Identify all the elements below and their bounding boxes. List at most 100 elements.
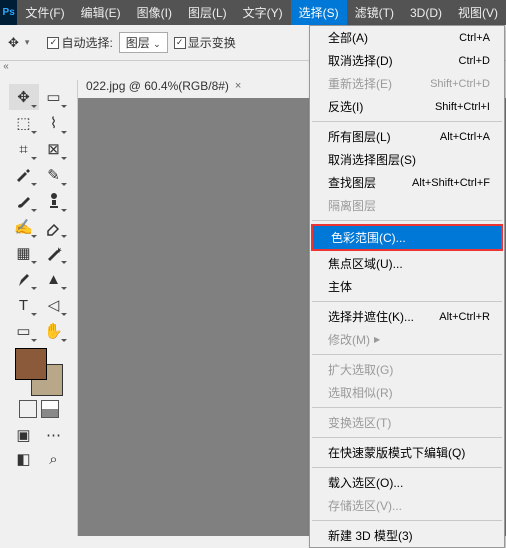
clone-tool[interactable] xyxy=(39,188,69,214)
auto-select-label: 自动选择: xyxy=(61,34,112,51)
magic-wand-tool[interactable] xyxy=(39,240,69,266)
menu-item[interactable]: 所有图层(L)Alt+Ctrl+A xyxy=(310,125,504,148)
document-tab-label: 022.jpg @ 60.4%(RGB/8#) xyxy=(86,79,229,93)
menu-separator xyxy=(312,520,502,521)
options-dropdown-arrow-icon[interactable]: ▾ xyxy=(25,37,30,48)
menu-separator xyxy=(312,121,502,122)
menu-separator xyxy=(312,407,502,408)
screen-mode-icon[interactable]: ▣ xyxy=(9,422,39,448)
gradient-tool[interactable]: ▦ xyxy=(9,240,39,266)
menu-item[interactable]: 载入选区(O)... xyxy=(310,471,504,494)
collapse-panel-icon[interactable]: « xyxy=(0,61,12,79)
document-tab[interactable]: 022.jpg @ 60.4%(RGB/8#) × xyxy=(78,75,249,97)
eyedropper-tool[interactable] xyxy=(9,162,39,188)
eraser-tool[interactable] xyxy=(39,214,69,240)
marquee-tool[interactable]: ⬚ xyxy=(9,110,39,136)
menu-item: 扩大选取(G) xyxy=(310,358,504,381)
menu-item-label: 选取相似(R) xyxy=(328,384,393,401)
menu-item: 隔离图层 xyxy=(310,194,504,217)
menu-item[interactable]: 在快速蒙版模式下编辑(Q) xyxy=(310,441,504,464)
menu-item-0[interactable]: 文件(F) xyxy=(17,0,72,25)
crop-tool[interactable]: ⌗ xyxy=(9,136,39,162)
menu-item[interactable]: 焦点区域(U)... xyxy=(310,252,504,275)
hand-tool[interactable]: ✋ xyxy=(39,318,69,344)
menu-separator xyxy=(312,301,502,302)
menu-item-label: 焦点区域(U)... xyxy=(328,255,403,272)
menu-item[interactable]: 全部(A) Ctrl+A xyxy=(310,26,504,49)
menu-item-shortcut: Shift+Ctrl+D xyxy=(430,78,490,90)
screen-mode2-icon[interactable]: ◧ xyxy=(9,446,39,472)
menu-item[interactable]: 色彩范围(C)... xyxy=(313,226,501,249)
menu-item-shortcut: Ctrl+A xyxy=(459,32,490,44)
highlighted-menu-item: 色彩范围(C)... xyxy=(311,224,503,251)
menu-separator xyxy=(312,437,502,438)
color-swatches[interactable] xyxy=(15,348,63,396)
menu-separator xyxy=(312,467,502,468)
menubar: Ps 文件(F)编辑(E)图像(I)图层(L)文字(Y)选择(S)滤镜(T)3D… xyxy=(0,0,506,25)
menu-item[interactable]: 取消选择图层(S) xyxy=(310,148,504,171)
standard-mode-icon[interactable] xyxy=(19,400,37,418)
menu-item[interactable]: 主体 xyxy=(310,275,504,298)
menu-item: 变换选区(T) xyxy=(310,411,504,434)
menu-item: 存储选区(V)... xyxy=(310,494,504,517)
menu-item-label: 取消选择(D) xyxy=(328,52,393,69)
menu-item-label: 扩大选取(G) xyxy=(328,361,393,378)
path-select-tool[interactable]: ▲ xyxy=(39,266,69,292)
type-tool[interactable]: T xyxy=(9,292,39,318)
menu-item-3[interactable]: 图层(L) xyxy=(180,0,235,25)
menu-item-7[interactable]: 3D(D) xyxy=(402,0,450,25)
menu-item-4[interactable]: 文字(Y) xyxy=(235,0,291,25)
menu-item-label: 变换选区(T) xyxy=(328,414,391,431)
menu-item-shortcut: Alt+Ctrl+R xyxy=(439,311,490,323)
edit-toolbar-icon[interactable]: ⋯ xyxy=(39,422,69,448)
menu-item-shortcut: Ctrl+D xyxy=(459,55,490,67)
menu-item-label: 存储选区(V)... xyxy=(328,497,402,514)
menu-item-label: 查找图层 xyxy=(328,174,376,191)
pen-tool[interactable] xyxy=(9,266,39,292)
history-brush-tool[interactable]: ✍ xyxy=(9,214,39,240)
menu-item-label: 全部(A) xyxy=(328,29,368,46)
auto-select-checkbox[interactable]: ✓ 自动选择: xyxy=(47,34,112,51)
frame-tool[interactable]: ⊠ xyxy=(39,136,69,162)
menu-item[interactable]: 查找图层Alt+Shift+Ctrl+F xyxy=(310,171,504,194)
menu-item-label: 主体 xyxy=(328,278,352,295)
menu-item-shortcut: Shift+Ctrl+I xyxy=(435,101,490,113)
menu-item-label: 重新选择(E) xyxy=(328,75,392,92)
zoom-tool[interactable]: ⌕ xyxy=(39,446,69,472)
menu-item-label: 在快速蒙版模式下编辑(Q) xyxy=(328,444,465,461)
move-tool-icon: ✥ xyxy=(8,35,19,51)
brush-tool[interactable] xyxy=(9,188,39,214)
menu-separator xyxy=(312,220,502,221)
document-tabbar: 022.jpg @ 60.4%(RGB/8#) × xyxy=(78,74,249,98)
menu-item-label: 隔离图层 xyxy=(328,197,376,214)
foreground-color-swatch[interactable] xyxy=(15,348,47,380)
menu-item[interactable]: 反选(I)Shift+Ctrl+I xyxy=(310,95,504,118)
menu-item-label: 所有图层(L) xyxy=(328,128,391,145)
lasso-tool[interactable]: ⌇ xyxy=(39,110,69,136)
show-transform-checkbox[interactable]: ✓ 显示变换 xyxy=(174,34,236,51)
spot-heal-tool[interactable]: ✎ xyxy=(39,162,69,188)
auto-select-dropdown[interactable]: 图层 ⌄ xyxy=(119,32,168,53)
direct-select-tool[interactable]: ◁ xyxy=(39,292,69,318)
menu-separator xyxy=(312,354,502,355)
menu-item-1[interactable]: 编辑(E) xyxy=(73,0,129,25)
menu-item: 选取相似(R) xyxy=(310,381,504,404)
menu-item: 修改(M)▶ xyxy=(310,328,504,351)
menu-item-2[interactable]: 图像(I) xyxy=(129,0,180,25)
auto-select-value: 图层 xyxy=(126,36,150,50)
shape-tool[interactable]: ▭ xyxy=(9,318,39,344)
checkbox-checked-icon: ✓ xyxy=(47,37,59,49)
menu-item-8[interactable]: 视图(V) xyxy=(450,0,506,25)
menu-item-6[interactable]: 滤镜(T) xyxy=(347,0,402,25)
menu-item[interactable]: 取消选择(D) Ctrl+D xyxy=(310,49,504,72)
move-tool[interactable]: ✥ xyxy=(9,84,39,110)
artboard-tool[interactable]: ▭ xyxy=(39,84,69,110)
app-logo-icon: Ps xyxy=(0,0,17,25)
menu-item-5[interactable]: 选择(S) xyxy=(291,0,347,25)
quick-mask-mode-icon[interactable] xyxy=(41,400,59,418)
chevron-down-icon: ⌄ xyxy=(153,39,161,49)
tools-panel: ✥▭⬚⌇⌗⊠✎✍▦▲T◁▭✋ ▣ ⋯ ◧ ⌕ xyxy=(0,80,78,536)
menu-item[interactable]: 选择并遮住(K)... Alt+Ctrl+R xyxy=(310,305,504,328)
close-icon[interactable]: × xyxy=(235,80,241,92)
menu-item-label: 选择并遮住(K)... xyxy=(328,308,414,325)
